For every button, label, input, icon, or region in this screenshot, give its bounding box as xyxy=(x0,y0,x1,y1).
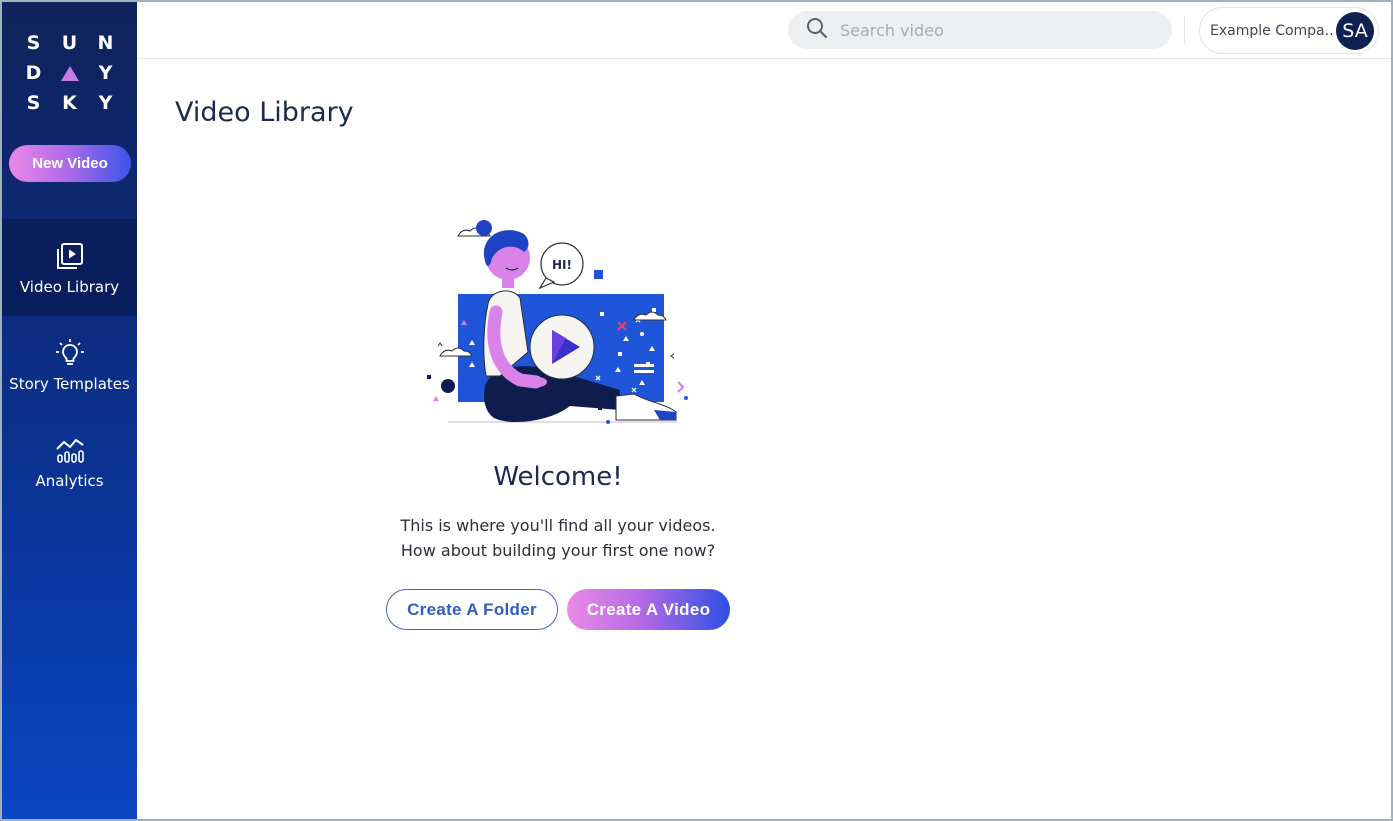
video-library-icon xyxy=(54,240,86,272)
logo-triangle-icon xyxy=(60,65,79,81)
logo-letter: K xyxy=(62,92,77,114)
sidebar-item-label: Analytics xyxy=(35,471,104,490)
sidebar-item-analytics[interactable]: Analytics xyxy=(2,413,137,510)
avatar[interactable]: SA xyxy=(1336,12,1374,50)
sidebar-item-video-library[interactable]: Video Library xyxy=(2,219,137,316)
new-video-button[interactable]: New Video xyxy=(9,145,131,182)
company-name: Example Compa... xyxy=(1210,22,1334,39)
logo-letter: Y xyxy=(98,92,113,114)
welcome-illustration: HI! xyxy=(420,212,700,432)
top-bar: Example Compa... SA xyxy=(137,2,1391,59)
create-folder-button[interactable]: Create A Folder xyxy=(386,589,558,630)
account-switcher[interactable]: Example Compa... SA xyxy=(1199,7,1379,54)
speech-bubble-text: HI! xyxy=(552,258,572,272)
logo-letter: S xyxy=(26,92,41,114)
welcome-message-line: This is where you'll find all your video… xyxy=(400,516,716,535)
sidebar-item-story-templates[interactable]: Story Templates xyxy=(2,316,137,413)
create-video-button[interactable]: Create A Video xyxy=(567,589,730,630)
logo-letter: N xyxy=(97,32,114,54)
sidebar-item-label: Story Templates xyxy=(9,374,130,393)
logo-letter: D xyxy=(25,62,42,84)
page-title: Video Library xyxy=(175,97,354,128)
search-box[interactable] xyxy=(788,11,1172,49)
sidebar-item-label: Video Library xyxy=(19,277,120,296)
welcome-message: This is where you'll find all your video… xyxy=(360,513,756,563)
sidebar: S U N D Y S K Y New Video Video Library xyxy=(2,2,137,819)
logo-letter: U xyxy=(61,32,78,54)
welcome-message-line: How about building your first one now? xyxy=(400,541,716,560)
logo-letter: Y xyxy=(98,62,113,84)
logo-letter: S xyxy=(26,32,41,54)
welcome-heading: Welcome! xyxy=(493,462,623,492)
lightbulb-icon xyxy=(54,337,86,369)
search-icon xyxy=(806,17,828,43)
analytics-icon xyxy=(54,434,86,466)
search-input[interactable] xyxy=(840,20,1140,40)
header-divider xyxy=(1184,16,1185,44)
sundaysky-logo[interactable]: S U N D Y S K Y xyxy=(2,28,137,118)
